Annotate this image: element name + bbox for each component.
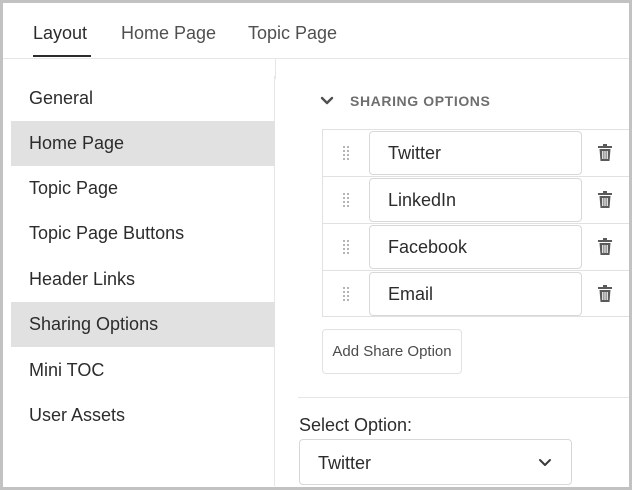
sidebar-item-mini-toc[interactable]: Mini TOC xyxy=(11,348,275,393)
share-options-list xyxy=(322,129,629,317)
drag-handle-icon[interactable] xyxy=(342,239,350,255)
share-option-input[interactable] xyxy=(369,225,582,269)
settings-panel: Layout Home Page Topic Page General Home… xyxy=(0,0,632,490)
chevron-down-icon xyxy=(539,459,551,466)
select-option-dropdown[interactable]: Twitter xyxy=(299,439,572,485)
trash-icon[interactable] xyxy=(597,144,613,162)
share-option-row xyxy=(323,271,629,318)
sidebar-item-topic-page[interactable]: Topic Page xyxy=(11,166,275,211)
sidebar: General Home Page Topic Page Topic Page … xyxy=(3,76,275,486)
select-option-value: Twitter xyxy=(318,453,372,473)
share-option-row xyxy=(323,130,629,177)
tab-bar: Layout Home Page Topic Page xyxy=(3,3,629,59)
share-option-row xyxy=(323,224,629,271)
sidebar-item-user-assets[interactable]: User Assets xyxy=(11,393,275,438)
share-option-input[interactable] xyxy=(369,272,582,316)
drag-handle-icon[interactable] xyxy=(342,286,350,302)
chevron-down-icon xyxy=(320,96,334,105)
trash-icon[interactable] xyxy=(597,191,613,209)
select-option-label: Select Option: xyxy=(299,415,413,435)
sidebar-item-header-links[interactable]: Header Links xyxy=(11,257,275,302)
share-option-row xyxy=(323,177,629,224)
sidebar-item-topic-page-buttons[interactable]: Topic Page Buttons xyxy=(11,211,275,256)
share-option-input[interactable] xyxy=(369,131,582,175)
drag-handle-icon[interactable] xyxy=(342,192,350,208)
add-share-option-button[interactable]: Add Share Option xyxy=(322,329,462,374)
section-title: SHARING OPTIONS xyxy=(350,93,491,109)
trash-icon[interactable] xyxy=(597,285,613,303)
divider xyxy=(298,397,629,398)
drag-handle-icon[interactable] xyxy=(342,145,350,161)
tab-home-page[interactable]: Home Page xyxy=(121,23,216,44)
sharing-options-header[interactable]: SHARING OPTIONS xyxy=(320,91,490,111)
sidebar-item-sharing-options[interactable]: Sharing Options xyxy=(11,302,275,347)
share-option-input[interactable] xyxy=(369,178,582,222)
active-tab-indicator xyxy=(33,55,91,57)
sidebar-item-home-page[interactable]: Home Page xyxy=(11,121,275,166)
main-panel: SHARING OPTIONS Twitter LinkedIn Faceboo… xyxy=(276,59,629,487)
trash-icon[interactable] xyxy=(597,238,613,256)
sidebar-item-general[interactable]: General xyxy=(11,76,275,121)
tab-topic-page[interactable]: Topic Page xyxy=(248,23,337,44)
tab-layout[interactable]: Layout xyxy=(33,23,87,44)
